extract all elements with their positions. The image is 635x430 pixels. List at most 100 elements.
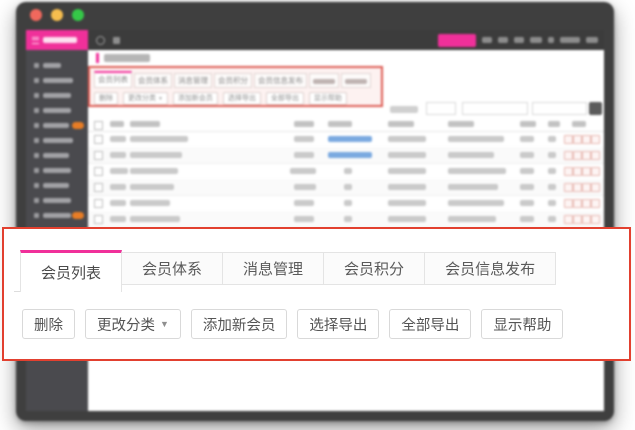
text-placeholder [43,63,61,68]
sidebar-item[interactable] [26,103,88,118]
sidebar-item[interactable] [26,88,88,103]
member-action-buttons: 删除 更改分类 ▼ 添加新会员 选择导出 全部导出 显示帮助 [22,309,563,339]
topbar-menu-item[interactable] [586,37,598,43]
row-action-icon[interactable] [591,167,600,176]
export-selected-button-small[interactable]: 选择导出 [223,92,261,105]
row-checkbox[interactable] [94,199,103,208]
sidebar-item[interactable] [26,208,88,223]
row-action-icon[interactable] [573,215,582,224]
row-checkbox[interactable] [94,183,103,192]
table-row[interactable] [88,195,604,212]
topbar-apps-icon[interactable] [113,37,120,44]
table-row[interactable] [88,147,604,164]
sidebar-item-active[interactable] [26,118,88,133]
row-action-icon[interactable] [564,183,573,192]
export-selected-button[interactable]: 选择导出 [297,309,379,339]
row-action-icon[interactable] [582,151,591,160]
row-action-icon[interactable] [573,183,582,192]
cell-placeholder [548,216,556,222]
tab-message-manage[interactable]: 消息管理 [174,73,212,88]
cell-link-placeholder[interactable] [328,152,372,158]
text-placeholder [43,123,69,128]
row-action-icon[interactable] [564,135,573,144]
search-input[interactable] [532,102,587,115]
tab-extra[interactable] [341,73,371,88]
show-help-button-small[interactable]: 显示帮助 [309,92,347,105]
add-member-button[interactable]: 添加新会员 [191,309,288,339]
row-action-icon[interactable] [591,215,600,224]
add-member-button-small[interactable]: 添加新会员 [173,92,218,105]
tab-message-manage[interactable]: 消息管理 [222,252,324,285]
row-action-icon[interactable] [564,199,573,208]
topbar-menu-item[interactable] [514,37,524,43]
change-category-button[interactable]: 更改分类 ▼ [85,309,181,339]
filter-select[interactable] [426,102,456,115]
table-row[interactable] [88,179,604,196]
row-action-icon[interactable] [582,199,591,208]
row-action-icon[interactable] [564,167,573,176]
row-action-icon[interactable] [582,167,591,176]
topbar-menu-item[interactable] [482,37,492,43]
table-row[interactable] [88,211,604,228]
delete-button[interactable]: 删除 [22,309,75,339]
tab-member-system[interactable]: 会员体系 [121,252,223,285]
topbar-menu-item[interactable] [498,37,508,43]
cell-placeholder [520,152,534,158]
table-row[interactable] [88,163,604,180]
hamburger-menu-icon[interactable] [32,37,39,44]
app-logo[interactable] [26,30,88,50]
select-all-checkbox[interactable] [94,121,103,130]
search-field-select[interactable] [462,102,528,115]
text-placeholder [43,213,71,218]
delete-button-small[interactable]: 删除 [94,92,118,105]
tab-member-info-publish[interactable]: 会员信息发布 [424,252,556,285]
tab-member-info-publish[interactable]: 会员信息发布 [254,73,307,88]
tab-member-list[interactable]: 会员列表 [20,250,122,292]
topbar-menu-item[interactable] [548,37,554,43]
row-action-icon[interactable] [591,135,600,144]
row-action-icon[interactable] [582,183,591,192]
minimize-window-icon[interactable] [51,9,63,21]
close-window-icon[interactable] [30,9,42,21]
row-action-icon[interactable] [573,199,582,208]
sidebar-item[interactable] [26,193,88,208]
row-action-icon[interactable] [573,167,582,176]
change-category-button-small[interactable]: 更改分类 ▼ [123,92,168,105]
export-all-button-small[interactable]: 全部导出 [266,92,304,105]
upgrade-button[interactable] [438,34,476,47]
row-action-icon[interactable] [582,215,591,224]
search-button[interactable] [589,102,602,115]
maximize-window-icon[interactable] [72,9,84,21]
row-action-icon[interactable] [564,215,573,224]
tab-member-list[interactable]: 会员列表 [94,71,132,88]
sidebar-item[interactable] [26,163,88,178]
row-action-icon[interactable] [564,151,573,160]
sidebar-item[interactable] [26,178,88,193]
export-all-button[interactable]: 全部导出 [389,309,471,339]
row-checkbox[interactable] [94,215,103,224]
tab-member-system[interactable]: 会员体系 [134,73,172,88]
row-action-icon[interactable] [573,151,582,160]
tab-extra[interactable] [309,73,339,88]
sidebar-item[interactable] [26,133,88,148]
show-help-button[interactable]: 显示帮助 [481,309,563,339]
topbar-menu-item[interactable] [530,37,542,43]
topbar-menu-item[interactable] [560,37,580,43]
cell-link-placeholder[interactable] [328,136,372,142]
tab-member-points[interactable]: 会员积分 [214,73,252,88]
topbar-refresh-icon[interactable] [96,36,105,45]
row-action-icon[interactable] [582,135,591,144]
row-checkbox[interactable] [94,151,103,160]
row-action-icon[interactable] [591,183,600,192]
sidebar-item[interactable] [26,148,88,163]
sidebar-item[interactable] [26,73,88,88]
row-action-icon[interactable] [573,135,582,144]
row-checkbox[interactable] [94,135,103,144]
row-action-icon[interactable] [591,199,600,208]
table-row[interactable] [88,131,604,148]
text-placeholder [43,198,71,203]
sidebar-item[interactable] [26,58,88,73]
row-checkbox[interactable] [94,167,103,176]
row-action-icon[interactable] [591,151,600,160]
tab-member-points[interactable]: 会员积分 [323,252,425,285]
